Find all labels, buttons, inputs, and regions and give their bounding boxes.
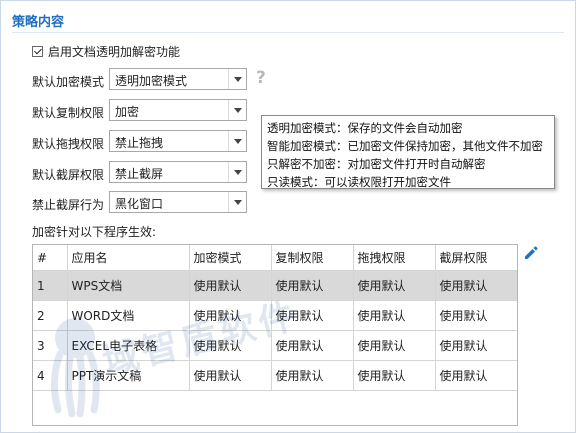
table-cell: 使用默认 bbox=[434, 300, 517, 331]
encrypt-mode-tooltip: 透明加密模式：保存的文件会自动加密 智能加密模式：已加密文件保持加密，其他文件不… bbox=[261, 115, 555, 189]
table-cell: 4 bbox=[33, 360, 68, 391]
table-cell: 使用默认 bbox=[188, 360, 272, 391]
drag-permission-dropdown[interactable]: 禁止拖拽 bbox=[109, 130, 247, 152]
copy-permission-dropdown[interactable]: 加密 bbox=[109, 99, 247, 121]
table-cell: 使用默认 bbox=[434, 270, 517, 301]
title-divider bbox=[12, 32, 564, 33]
table-cell: 2 bbox=[33, 300, 68, 331]
table-cell: 使用默认 bbox=[270, 360, 354, 391]
table-cell: 使用默认 bbox=[270, 300, 354, 331]
table-cell: 使用默认 bbox=[188, 270, 272, 301]
tooltip-line: 智能加密模式：已加密文件保持加密，其他文件不加密 bbox=[267, 139, 543, 153]
column-header-screenshot-permission[interactable]: 截屏权限 bbox=[434, 245, 517, 271]
table-row[interactable]: 1 WPS文档 使用默认 使用默认 使用默认 使用默认 bbox=[33, 270, 517, 301]
table-cell: 使用默认 bbox=[434, 330, 517, 361]
screenshot-behavior-label: 禁止截屏行为 bbox=[32, 198, 105, 212]
drag-permission-value: 禁止拖拽 bbox=[115, 136, 164, 150]
table-cell: 使用默认 bbox=[352, 300, 436, 331]
table-cell: 1 bbox=[33, 270, 68, 301]
screenshot-permission-dropdown[interactable]: 禁止截屏 bbox=[109, 161, 247, 183]
copy-permission-label: 默认复制权限 bbox=[32, 106, 105, 120]
column-header-copy-permission[interactable]: 复制权限 bbox=[270, 245, 354, 271]
column-header-encrypt-mode[interactable]: 加密模式 bbox=[188, 245, 272, 271]
table-cell: 使用默认 bbox=[352, 270, 436, 301]
chevron-down-icon[interactable] bbox=[228, 162, 246, 182]
encrypt-mode-dropdown[interactable]: 透明加密模式 bbox=[109, 68, 247, 90]
screenshot-permission-label: 默认截屏权限 bbox=[32, 168, 105, 182]
section-title: 策略内容 bbox=[12, 15, 65, 30]
table-cell: 使用默认 bbox=[434, 360, 517, 391]
table-row[interactable]: 3 EXCEL电子表格 使用默认 使用默认 使用默认 使用默认 bbox=[33, 330, 517, 361]
column-header-app-name[interactable]: 应用名 bbox=[66, 245, 190, 271]
table-row[interactable]: 4 PPT演示文稿 使用默认 使用默认 使用默认 使用默认 bbox=[33, 360, 517, 391]
table-cell: 3 bbox=[33, 330, 68, 361]
table-header-row: # 应用名 加密模式 复制权限 拖拽权限 截屏权限 bbox=[33, 245, 517, 271]
table-cell: 使用默认 bbox=[188, 330, 272, 361]
table-cell: 使用默认 bbox=[270, 270, 354, 301]
enable-encryption-checkbox[interactable] bbox=[32, 46, 43, 57]
copy-permission-value: 加密 bbox=[115, 105, 140, 119]
enable-encryption-label: 启用文档透明加解密功能 bbox=[48, 45, 181, 59]
enable-encryption-option[interactable]: 启用文档透明加解密功能 bbox=[32, 43, 180, 60]
screenshot-behavior-value: 黑化窗口 bbox=[115, 197, 164, 211]
edit-icon[interactable] bbox=[523, 245, 539, 261]
tooltip-line: 只读模式：可以读权限打开加密文件 bbox=[267, 175, 451, 189]
chevron-down-icon[interactable] bbox=[228, 131, 246, 151]
table-cell: PPT演示文稿 bbox=[66, 360, 190, 391]
program-table: # 应用名 加密模式 复制权限 拖拽权限 截屏权限 1 WPS文档 使用默认 使… bbox=[32, 244, 518, 426]
table-cell: 使用默认 bbox=[188, 300, 272, 331]
table-cell: WORD文档 bbox=[66, 300, 190, 331]
column-header-drag-permission[interactable]: 拖拽权限 bbox=[352, 245, 436, 271]
help-icon[interactable]: ? bbox=[256, 68, 266, 88]
chevron-down-icon[interactable] bbox=[228, 192, 246, 212]
table-cell: 使用默认 bbox=[352, 360, 436, 391]
encrypt-mode-label: 默认加密模式 bbox=[32, 75, 105, 89]
tooltip-line: 透明加密模式：保存的文件会自动加密 bbox=[267, 121, 463, 135]
applies-to-label: 加密针对以下程序生效: bbox=[32, 225, 157, 239]
table-cell: EXCEL电子表格 bbox=[66, 330, 190, 361]
table-cell: 使用默认 bbox=[352, 330, 436, 361]
table-cell: WPS文档 bbox=[66, 270, 190, 301]
chevron-down-icon[interactable] bbox=[228, 69, 246, 89]
table-row[interactable]: 2 WORD文档 使用默认 使用默认 使用默认 使用默认 bbox=[33, 300, 517, 331]
screenshot-permission-value: 禁止截屏 bbox=[115, 167, 164, 181]
drag-permission-label: 默认拖拽权限 bbox=[32, 137, 105, 151]
encrypt-mode-value: 透明加密模式 bbox=[115, 74, 188, 88]
screenshot-behavior-dropdown[interactable]: 黑化窗口 bbox=[109, 191, 247, 213]
tooltip-line: 只解密不加密：对加密文件打开时自动解密 bbox=[267, 157, 486, 171]
column-header-index[interactable]: # bbox=[33, 245, 68, 271]
chevron-down-icon[interactable] bbox=[228, 100, 246, 120]
table-cell: 使用默认 bbox=[270, 330, 354, 361]
